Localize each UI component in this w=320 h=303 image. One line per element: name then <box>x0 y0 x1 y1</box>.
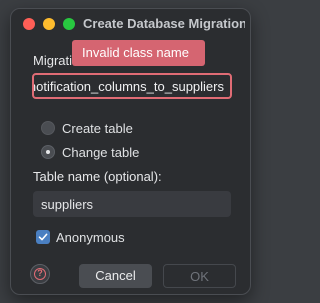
minimize-window-button[interactable] <box>43 18 55 30</box>
create-table-label[interactable]: Create table <box>62 121 133 136</box>
help-button[interactable]: ? <box>30 264 50 284</box>
create-table-radio[interactable] <box>41 121 55 135</box>
zoom-window-button[interactable] <box>63 18 75 30</box>
anonymous-checkbox[interactable] <box>36 230 50 244</box>
change-table-label[interactable]: Change table <box>62 145 139 160</box>
anonymous-label[interactable]: Anonymous <box>56 230 125 245</box>
change-table-radio[interactable] <box>41 145 55 159</box>
cancel-button[interactable]: Cancel <box>79 264 152 288</box>
migration-name-input[interactable]: add_notification_columns_to_suppliers <box>32 73 232 99</box>
title-bar: Create Database Migration <box>11 9 250 37</box>
ok-button[interactable]: OK <box>163 264 236 288</box>
create-migration-dialog: Create Database Migration Migration name… <box>10 8 251 295</box>
table-name-label: Table name (optional): <box>33 169 162 184</box>
close-window-button[interactable] <box>23 18 35 30</box>
migration-name-value: add_notification_columns_to_suppliers <box>34 79 224 94</box>
error-tooltip: Invalid class name <box>72 40 205 66</box>
table-name-input[interactable]: suppliers <box>33 191 231 217</box>
table-name-value: suppliers <box>41 197 94 212</box>
checkmark-icon <box>38 233 48 241</box>
help-icon: ? <box>34 268 46 280</box>
window-title: Create Database Migration <box>83 16 245 31</box>
